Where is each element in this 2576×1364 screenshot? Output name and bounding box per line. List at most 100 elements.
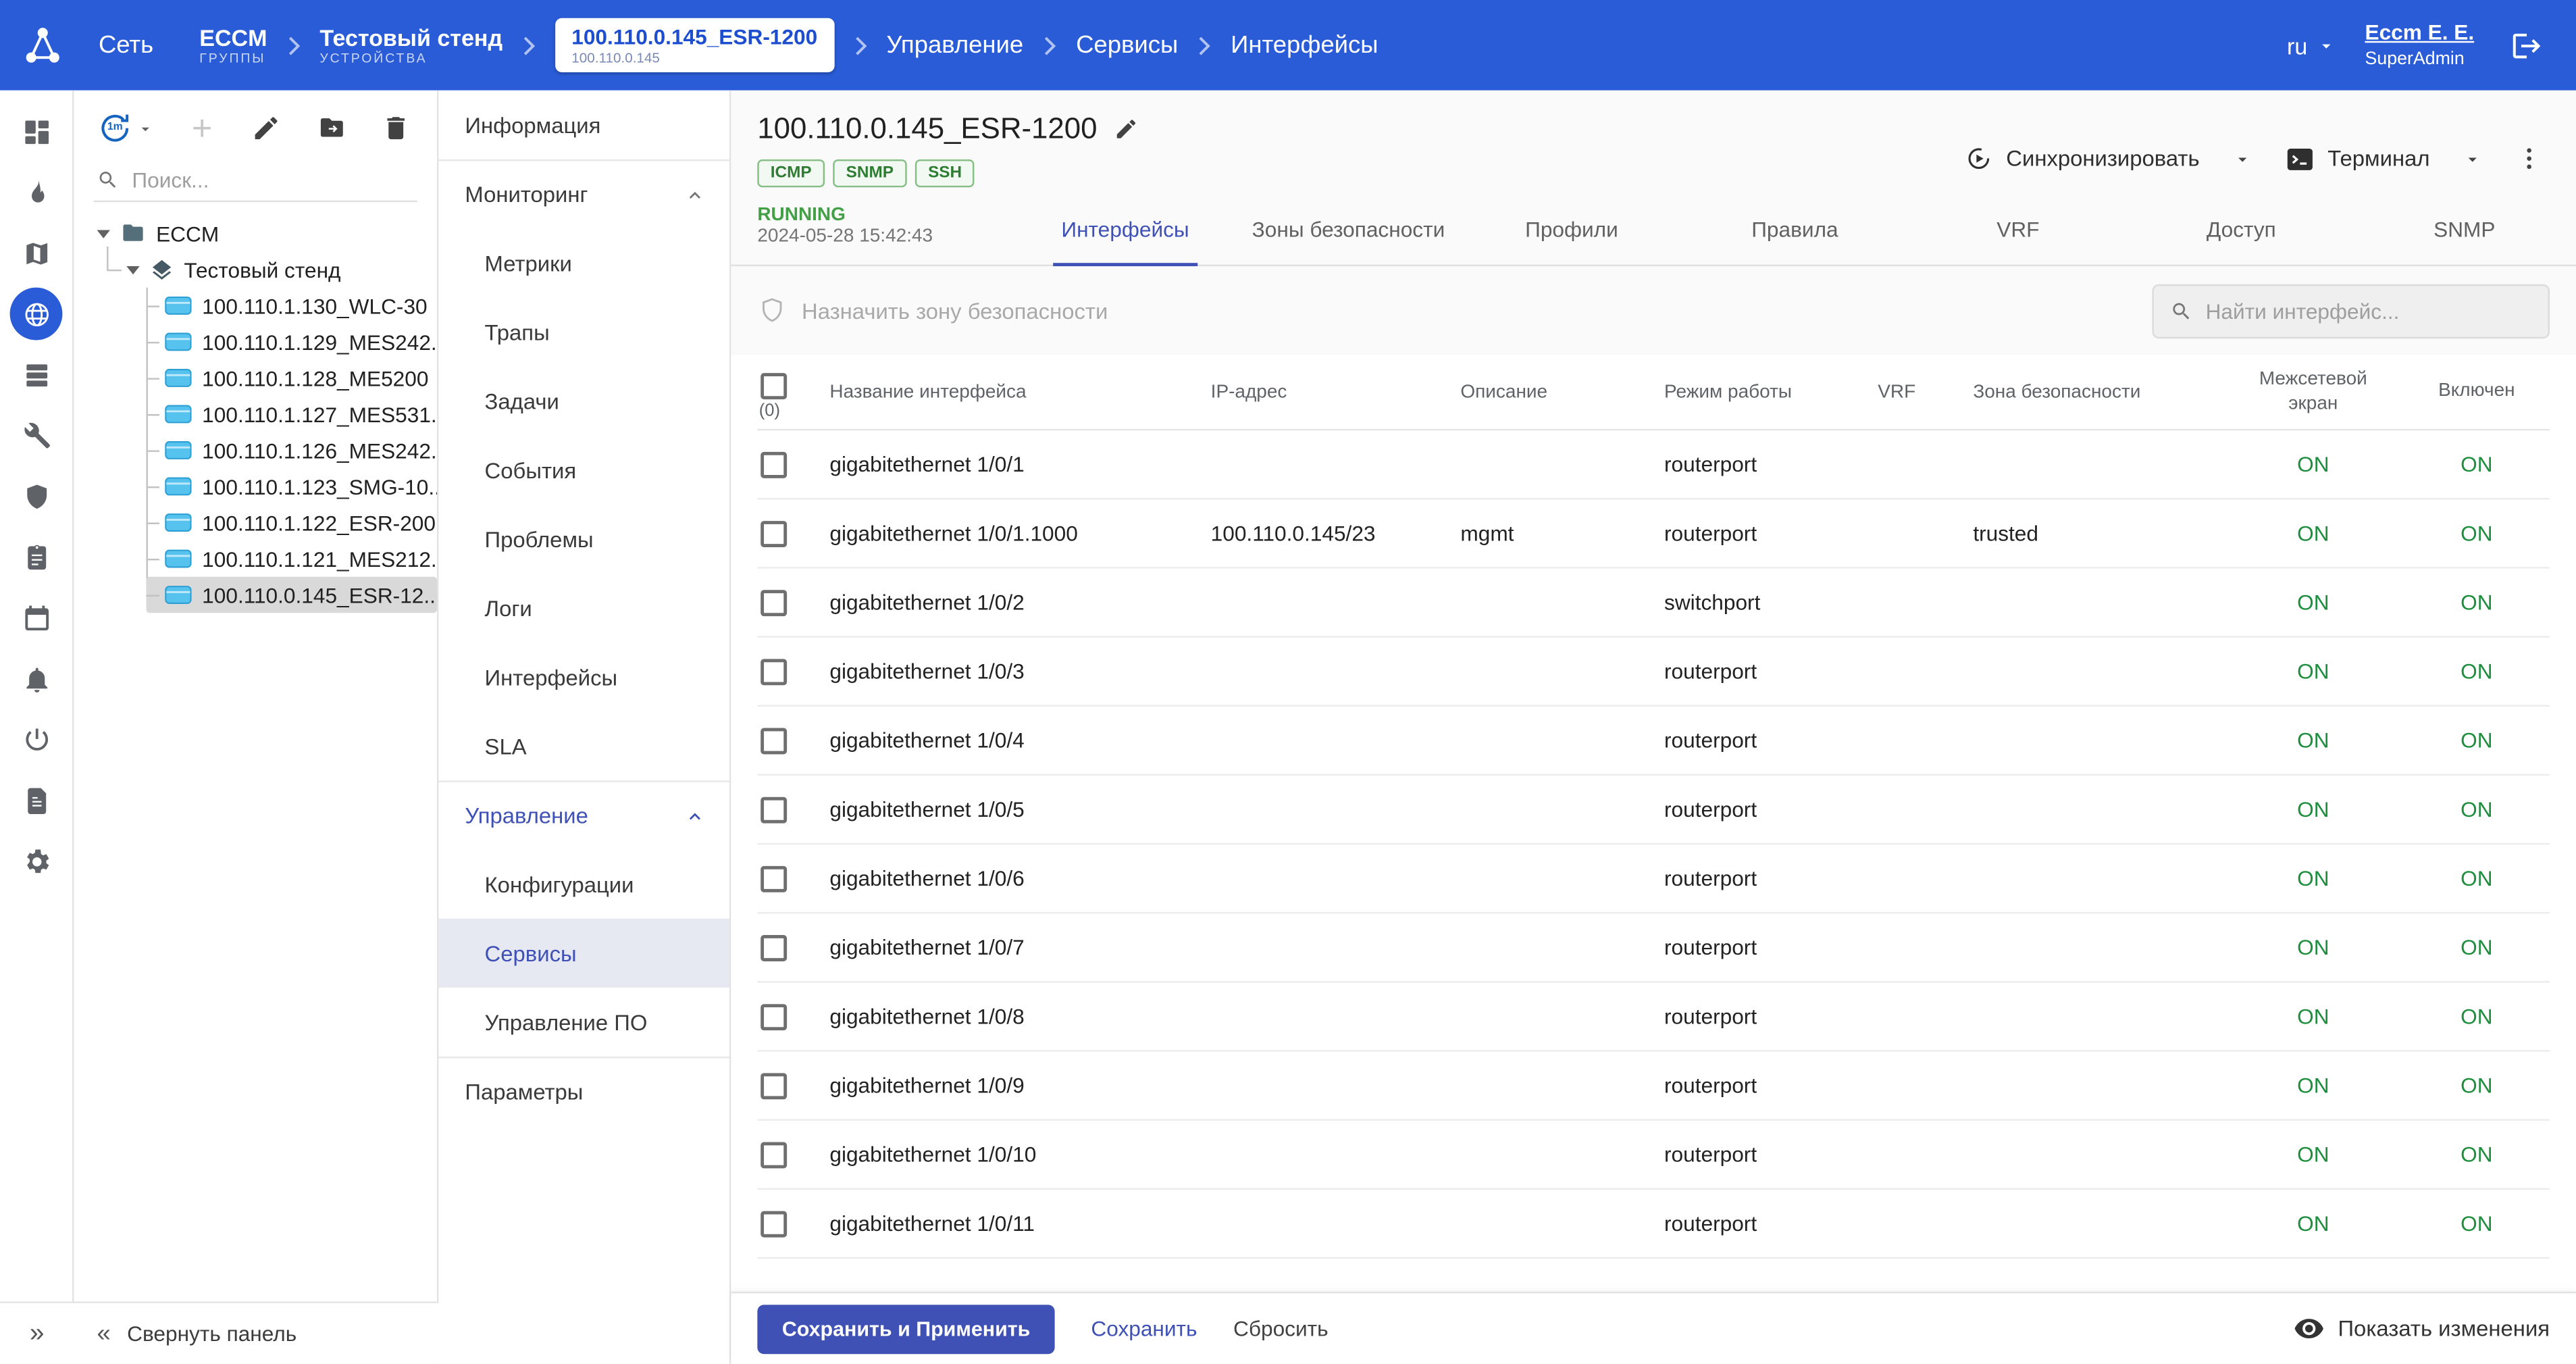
menu-item[interactable]: Трапы [438, 297, 729, 366]
breadcrumb-management[interactable]: Управление [886, 31, 1023, 59]
row-checkbox[interactable] [761, 865, 787, 892]
tree-device-item[interactable]: 100.110.1.130_WLC-30 [146, 288, 437, 324]
tree-search-input[interactable] [132, 168, 414, 192]
tab[interactable]: Профили [1460, 194, 1683, 265]
delete-device-button[interactable] [378, 110, 414, 147]
tree-device-item[interactable]: 100.110.1.122_ESR-200 [146, 505, 437, 541]
assign-zone-button[interactable]: Назначить зону безопасности [757, 296, 1108, 326]
tree-device-item[interactable]: 100.110.0.145_ESR-12... [146, 577, 437, 613]
auto-refresh-button[interactable]: 1m [97, 110, 155, 147]
reset-button[interactable]: Сбросить [1233, 1316, 1329, 1340]
row-checkbox[interactable] [761, 1003, 787, 1030]
tab[interactable]: Доступ [2130, 194, 2352, 265]
table-row[interactable]: gigabitethernet 1/0/1 routerport ON ON [757, 430, 2550, 499]
tree-device-item[interactable]: 100.110.1.123_SMG-10... [146, 468, 437, 505]
security-shield-icon[interactable] [7, 468, 66, 524]
menu-group-management[interactable]: Управление [438, 780, 729, 849]
table-row[interactable]: gigabitethernet 1/0/5 routerport ON ON [757, 776, 2550, 844]
calendar-icon[interactable] [7, 590, 66, 646]
menu-item[interactable]: Задачи [438, 366, 729, 435]
row-checkbox[interactable] [761, 1141, 787, 1167]
devices-icon[interactable] [7, 347, 66, 403]
notifications-bell-icon[interactable] [7, 651, 66, 707]
menu-item[interactable]: Управление ПО [438, 988, 729, 1057]
row-checkbox[interactable] [761, 727, 787, 753]
row-checkbox[interactable] [761, 451, 787, 478]
sync-dropdown-button[interactable] [2216, 142, 2269, 175]
sync-button[interactable]: Синхронизировать [1955, 134, 2209, 182]
table-row[interactable]: gigabitethernet 1/0/2 switchport ON ON [757, 569, 2550, 638]
tree-expand-icon[interactable] [97, 229, 110, 237]
table-row[interactable]: gigabitethernet 1/0/1.1000 100.110.0.145… [757, 499, 2550, 568]
move-to-group-button[interactable] [313, 110, 349, 147]
interface-search[interactable] [2152, 284, 2550, 338]
breadcrumb-services[interactable]: Сервисы [1076, 31, 1178, 59]
menu-item[interactable]: Проблемы [438, 505, 729, 574]
user-name-link[interactable]: Eccm E. E. [2365, 20, 2474, 47]
edit-group-button[interactable] [248, 110, 284, 147]
availability-power-icon[interactable] [7, 711, 66, 767]
show-changes-button[interactable]: Показать изменения [2294, 1313, 2550, 1344]
table-row[interactable]: gigabitethernet 1/0/9 routerport ON ON [757, 1052, 2550, 1121]
dashboard-icon[interactable] [7, 103, 66, 159]
menu-item[interactable]: Логи [438, 574, 729, 642]
tree-group-stand[interactable]: Тестовый стенд [107, 251, 437, 288]
expand-rail-button[interactable]: » [0, 1319, 74, 1348]
logout-button[interactable] [2504, 22, 2550, 68]
logs-icon[interactable] [7, 772, 66, 828]
tree-search[interactable] [94, 159, 417, 202]
language-selector[interactable]: ru [2287, 32, 2336, 58]
nav-network[interactable]: Сеть [99, 31, 153, 59]
breadcrumb-group[interactable]: ECCM ГРУППЫ [199, 24, 267, 66]
tab[interactable]: Зоны безопасности [1237, 194, 1460, 265]
tree-device-item[interactable]: 100.110.1.121_MES212... [146, 540, 437, 577]
tab[interactable]: Интерфейсы [1014, 194, 1237, 265]
table-row[interactable]: gigabitethernet 1/0/11 routerport ON ON [757, 1190, 2550, 1259]
map-icon[interactable] [7, 225, 66, 281]
collapse-panel-button[interactable]: « Свернуть панель [74, 1319, 297, 1347]
menu-item-parameters[interactable]: Параметры [438, 1057, 729, 1126]
more-actions-button[interactable] [2505, 141, 2553, 176]
tab[interactable]: VRF [1907, 194, 2130, 265]
save-and-apply-button[interactable]: Сохранить и Применить [757, 1304, 1055, 1353]
table-row[interactable]: gigabitethernet 1/0/8 routerport ON ON [757, 983, 2550, 1052]
settings-gear-icon[interactable] [7, 833, 66, 889]
menu-item[interactable]: Сервисы [438, 919, 729, 988]
table-row[interactable]: gigabitethernet 1/0/10 routerport ON ON [757, 1121, 2550, 1190]
menu-item[interactable]: События [438, 436, 729, 505]
table-row[interactable]: gigabitethernet 1/0/4 routerport ON ON [757, 707, 2550, 776]
tab[interactable]: Правила [1683, 194, 1906, 265]
tree-device-item[interactable]: 100.110.1.127_MES531... [146, 396, 437, 432]
row-checkbox[interactable] [761, 934, 787, 961]
row-checkbox[interactable] [761, 1210, 787, 1236]
save-button[interactable]: Сохранить [1091, 1316, 1197, 1340]
table-row[interactable]: gigabitethernet 1/0/3 routerport ON ON [757, 638, 2550, 707]
table-row[interactable]: gigabitethernet 1/0/7 routerport ON ON [757, 913, 2550, 982]
add-device-button[interactable] [183, 110, 220, 147]
tree-device-item[interactable]: 100.110.1.128_ME5200 [146, 360, 437, 397]
tasks-clipboard-icon[interactable] [7, 529, 66, 585]
menu-item[interactable]: Метрики [438, 228, 729, 297]
menu-item[interactable]: Интерфейсы [438, 642, 729, 711]
row-checkbox[interactable] [761, 1072, 787, 1098]
row-checkbox[interactable] [761, 658, 787, 684]
network-globe-icon[interactable] [10, 288, 63, 340]
breadcrumb-interfaces[interactable]: Интерфейсы [1231, 31, 1378, 59]
breadcrumb-stand[interactable]: Тестовый стенд УСТРОЙСТВА [319, 24, 503, 66]
terminal-button[interactable]: Терминал [2275, 136, 2440, 182]
incidents-icon[interactable] [7, 164, 66, 220]
device-chip[interactable]: 100.110.0.145_ESR-1200 100.110.0.145 [555, 18, 834, 73]
tree-device-item[interactable]: 100.110.1.129_MES242... [146, 324, 437, 360]
row-checkbox[interactable] [761, 796, 787, 822]
tree-device-item[interactable]: 100.110.1.126_MES242... [146, 432, 437, 469]
tree-expand-icon[interactable] [126, 266, 139, 274]
interface-search-input[interactable] [2206, 298, 2532, 322]
row-checkbox[interactable] [761, 589, 787, 615]
row-checkbox[interactable] [761, 520, 787, 547]
menu-item-info[interactable]: Информация [438, 91, 729, 159]
select-all-checkbox[interactable] [761, 372, 787, 399]
menu-group-monitoring[interactable]: Мониторинг [438, 159, 729, 228]
terminal-dropdown-button[interactable] [2446, 142, 2499, 175]
user-menu[interactable]: Eccm E. E. SuperAdmin [2365, 20, 2474, 71]
menu-item[interactable]: Конфигурации [438, 850, 729, 919]
